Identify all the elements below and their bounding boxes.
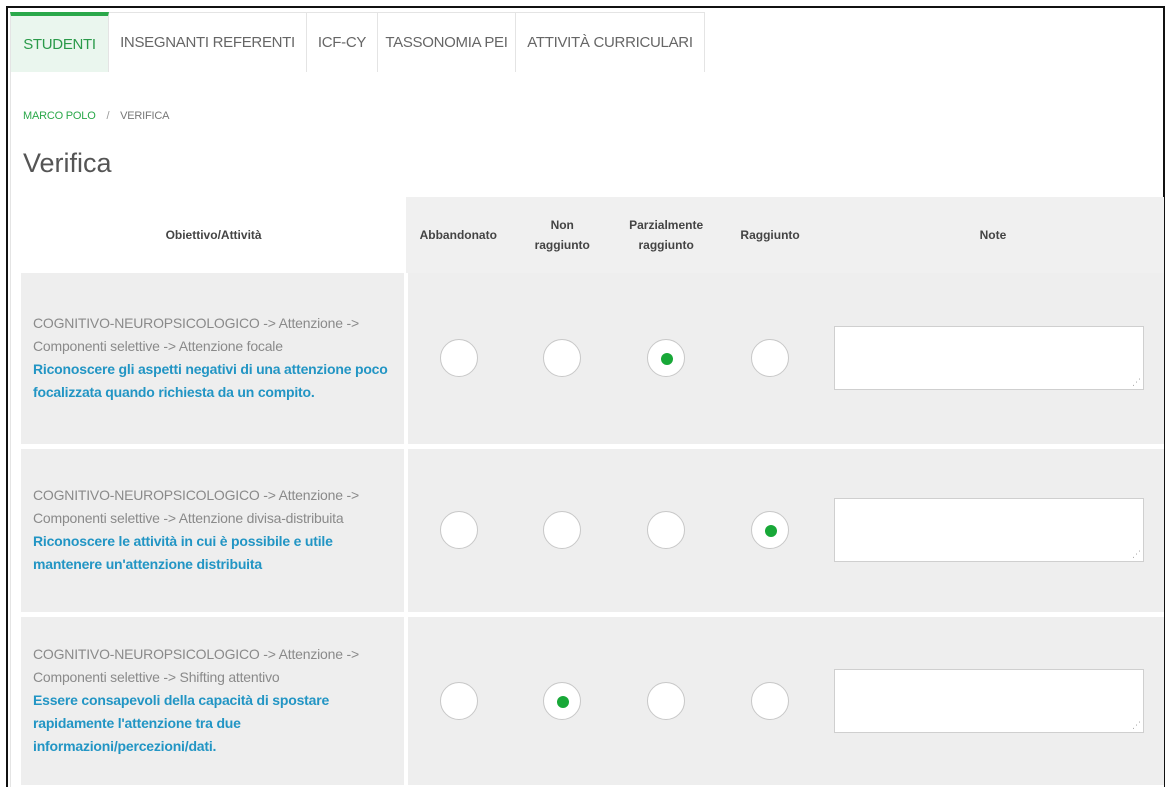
objective-cell: COGNITIVO-NEUROPSICOLOGICO -> Attenzione…: [21, 446, 409, 617]
table-header-row: Obiettivo/Attività Abbandonato Non raggi…: [21, 197, 1164, 273]
radio-reached[interactable]: [751, 681, 790, 720]
top-tabs: STUDENTI INSEGNANTI REFERENTI ICF-CY TAS…: [10, 12, 705, 72]
header-notes: Note: [821, 197, 1164, 273]
note-cell: ⋰: [821, 273, 1164, 449]
breadcrumb-separator: /: [106, 110, 110, 122]
objective-cell: COGNITIVO-NEUROPSICOLOGICO -> Attenzione…: [21, 273, 409, 449]
note-cell: ⋰: [821, 446, 1164, 617]
note-textarea[interactable]: [833, 668, 1144, 733]
radio-not-reached[interactable]: [543, 339, 582, 378]
tab-studenti[interactable]: STUDENTI: [10, 12, 109, 72]
tab-attivita-curriculari[interactable]: ATTIVITÀ CURRICULARI: [516, 12, 705, 72]
radio-abandoned[interactable]: [440, 339, 479, 378]
table-row: COGNITIVO-NEUROPSICOLOGICO -> Attenzione…: [21, 446, 1164, 617]
reached-cell: [718, 273, 822, 449]
note-textarea[interactable]: [833, 326, 1144, 391]
radio-abandoned[interactable]: [440, 511, 479, 549]
note-textarea[interactable]: [833, 498, 1144, 562]
header-not-reached-line2: raggiunto: [534, 238, 590, 252]
radio-partially-reached[interactable]: [647, 511, 686, 549]
table-row: COGNITIVO-NEUROPSICOLOGICO -> Attenzione…: [21, 273, 1164, 449]
note-wrapper: ⋰: [833, 498, 1144, 562]
radio-partially-reached-selected[interactable]: [647, 339, 686, 378]
radio-reached[interactable]: [751, 339, 790, 378]
radio-not-reached-selected[interactable]: [543, 681, 582, 720]
reached-cell: [718, 446, 822, 617]
table-row: COGNITIVO-NEUROPSICOLOGICO -> Attenzione…: [21, 614, 1164, 790]
not-reached-cell: [510, 273, 615, 449]
radio-reached-selected[interactable]: [751, 511, 790, 549]
header-abandoned: Abbandonato: [406, 197, 511, 273]
tab-tassonomia-pei[interactable]: TASSONOMIA PEI: [378, 12, 516, 72]
objective-goal: Essere consapevoli della capacità di spo…: [33, 692, 330, 754]
objective-cell: COGNITIVO-NEUROPSICOLOGICO -> Attenzione…: [21, 614, 409, 790]
tab-insegnanti-referenti[interactable]: INSEGNANTI REFERENTI: [109, 12, 307, 72]
note-wrapper: ⋰: [833, 668, 1144, 733]
objective-path: COGNITIVO-NEUROPSICOLOGICO -> Attenzione…: [33, 315, 359, 355]
breadcrumb: MARCO POLO / VERIFICA: [23, 110, 169, 122]
note-wrapper: ⋰: [833, 326, 1144, 391]
partially-reached-cell: [614, 446, 719, 617]
header-partial-line2: raggiunto: [638, 238, 694, 252]
breadcrumb-current: VERIFICA: [120, 110, 170, 122]
partially-reached-cell: [614, 614, 719, 790]
header-partial-line1: Parzialmente: [629, 218, 704, 232]
radio-not-reached[interactable]: [543, 511, 582, 549]
abandoned-cell: [406, 614, 511, 790]
page-title: Verifica: [23, 148, 112, 178]
radio-abandoned[interactable]: [440, 681, 479, 720]
header-not-reached-line1: Non: [550, 218, 574, 232]
header-not-reached: Non raggiunto: [510, 197, 615, 273]
verification-table: Obiettivo/Attività Abbandonato Non raggi…: [21, 197, 1164, 790]
objective-path: COGNITIVO-NEUROPSICOLOGICO -> Attenzione…: [33, 487, 359, 526]
abandoned-cell: [406, 273, 511, 449]
header-objective: Obiettivo/Attività: [21, 197, 407, 273]
objective-path: COGNITIVO-NEUROPSICOLOGICO -> Attenzione…: [33, 646, 359, 685]
objective-goal: Riconoscere gli aspetti negativi di una …: [33, 361, 388, 401]
breadcrumb-link-student[interactable]: MARCO POLO: [23, 110, 96, 122]
not-reached-cell: [510, 614, 615, 790]
tab-icf-cy[interactable]: ICF-CY: [307, 12, 378, 72]
reached-cell: [718, 614, 822, 790]
not-reached-cell: [510, 446, 615, 617]
abandoned-cell: [406, 446, 511, 617]
radio-selected-dot: [557, 695, 570, 708]
partially-reached-cell: [614, 273, 719, 449]
radio-selected-dot: [661, 353, 674, 366]
radio-selected-dot: [765, 525, 778, 537]
header-partially-reached: Parzialmente raggiunto: [614, 197, 719, 273]
main-content: MARCO POLO / VERIFICA Verifica Obiettivo…: [10, 72, 1164, 790]
radio-partially-reached[interactable]: [647, 681, 686, 720]
note-cell: ⋰: [821, 614, 1164, 790]
objective-goal: Riconoscere le attività in cui è possibi…: [33, 533, 333, 572]
header-reached: Raggiunto: [718, 197, 822, 273]
